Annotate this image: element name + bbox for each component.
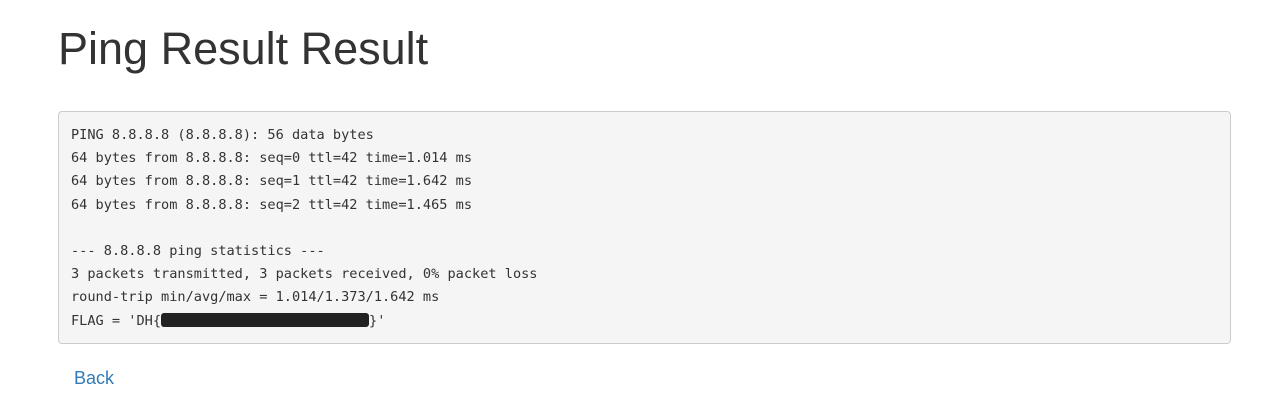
output-line: 64 bytes from 8.8.8.8: seq=1 ttl=42 time…: [71, 173, 473, 190]
output-line: --- 8.8.8.8 ping statistics ---: [71, 242, 325, 259]
page-title: Ping Result Result: [58, 23, 429, 74]
flag-suffix: }': [369, 312, 386, 329]
output-line: 64 bytes from 8.8.8.8: seq=2 ttl=42 time…: [71, 196, 473, 213]
output-line: PING 8.8.8.8 (8.8.8.8): 56 data bytes: [71, 127, 374, 143]
output-line: round-trip min/avg/max = 1.014/1.373/1.6…: [71, 289, 440, 306]
flag-prefix: FLAG = 'DH{: [71, 312, 162, 329]
back-link[interactable]: Back: [74, 366, 114, 390]
output-line: 3 packets transmitted, 3 packets receive…: [71, 266, 538, 283]
flag-line: FLAG = 'DH{ }': [71, 310, 1218, 333]
ping-output: PING 8.8.8.8 (8.8.8.8): 56 data bytes 64 …: [58, 111, 1231, 344]
output-line: 64 bytes from 8.8.8.8: seq=0 ttl=42 time…: [71, 150, 473, 167]
redaction-bar: [161, 312, 370, 327]
